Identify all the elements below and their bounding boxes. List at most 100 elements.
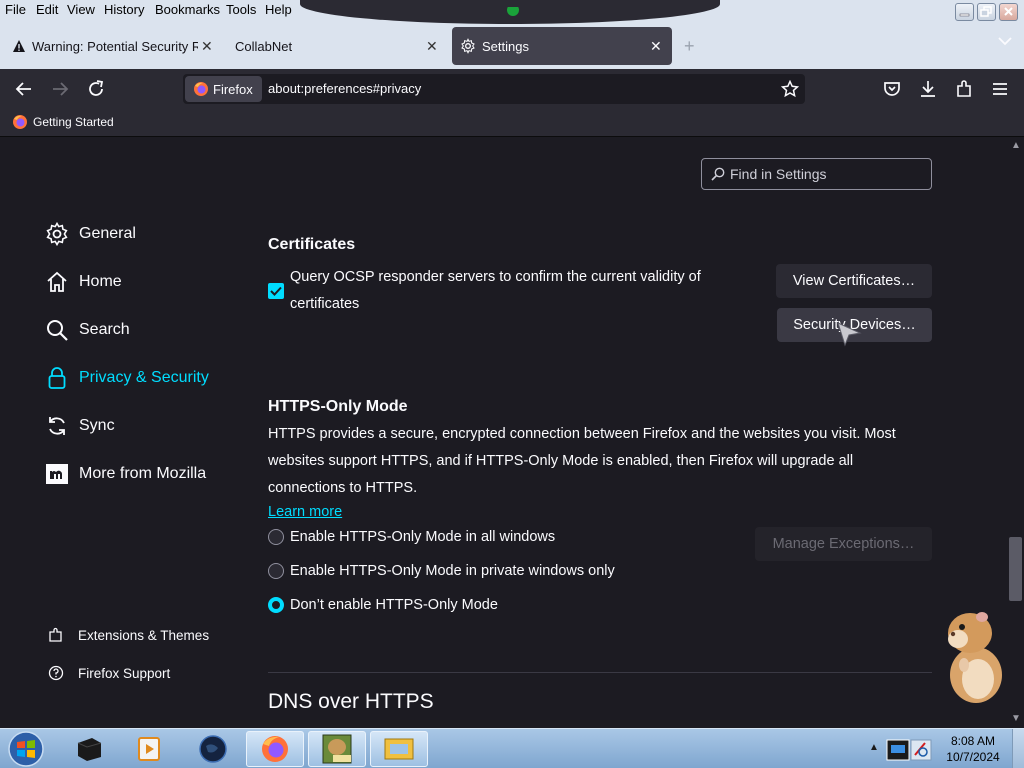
menu-history[interactable]: History: [104, 2, 144, 17]
radio-button[interactable]: [268, 563, 284, 579]
category-privacy-security[interactable]: Privacy & Security: [45, 363, 209, 393]
taskbar-globe[interactable]: [184, 731, 242, 767]
puzzle-icon: [49, 627, 62, 642]
https-only-desc-line: HTTPS provides a secure, encrypted conne…: [268, 426, 896, 442]
identity-box[interactable]: Firefox: [185, 76, 262, 102]
category-search[interactable]: Search: [45, 315, 130, 345]
hamburger-menu-icon[interactable]: [989, 78, 1011, 100]
taskbar-mail[interactable]: [370, 731, 428, 767]
firefox-support-link[interactable]: Firefox Support: [48, 665, 170, 681]
menu-bookmarks[interactable]: Bookmarks: [155, 2, 220, 17]
identity-label: Firefox: [213, 81, 253, 97]
menu-bar: File Edit View History Bookmarks Tools H…: [0, 0, 1024, 24]
category-sync[interactable]: Sync: [45, 411, 115, 441]
https-only-disabled-option[interactable]: Don’t enable HTTPS-Only Mode: [268, 597, 498, 613]
extensions-icon[interactable]: [953, 78, 975, 100]
extensions-themes-label: Extensions & Themes: [78, 627, 210, 643]
category-more-from-mozilla[interactable]: More from Mozilla: [45, 459, 206, 489]
extensions-themes-link[interactable]: Extensions & Themes: [48, 627, 209, 643]
taskbar-media-player[interactable]: [120, 731, 178, 767]
menu-view[interactable]: View: [67, 2, 95, 17]
help-icon: [48, 665, 64, 681]
terminal-icon: [77, 738, 102, 761]
https-only-private-windows-option[interactable]: Enable HTTPS-Only Mode in private window…: [268, 563, 615, 579]
warning-icon: [13, 40, 25, 52]
ocsp-checkbox[interactable]: [268, 283, 284, 299]
scrollbar-thumb[interactable]: [1009, 537, 1022, 601]
home-icon: [47, 271, 67, 292]
firefox-support-label: Firefox Support: [78, 665, 171, 681]
tab-title: CollabNet: [235, 38, 293, 54]
tab-settings[interactable]: Settings ✕: [452, 27, 672, 65]
category-label: Privacy & Security: [79, 369, 209, 386]
url-bar[interactable]: Firefox about:preferences#privacy: [183, 74, 805, 104]
category-label: Sync: [79, 417, 115, 434]
forward-arrow-icon[interactable]: [49, 78, 71, 100]
back-arrow-icon[interactable]: [13, 78, 35, 100]
view-certificates-button[interactable]: View Certificates…: [776, 264, 932, 298]
taskbar-game[interactable]: [308, 731, 366, 767]
scroll-up-icon[interactable]: ▲: [1011, 140, 1021, 151]
firefox-icon: [194, 82, 208, 96]
gear-icon: [46, 222, 68, 246]
https-only-desc-line: websites support HTTPS, and if HTTPS-Onl…: [268, 453, 854, 469]
network-status-icon[interactable]: [885, 737, 933, 763]
pocket-icon[interactable]: [881, 78, 903, 100]
close-window-button[interactable]: [999, 3, 1018, 21]
category-label: Home: [79, 273, 122, 290]
menu-help[interactable]: Help: [265, 2, 292, 17]
url-text[interactable]: about:preferences#privacy: [268, 81, 421, 96]
menu-tools[interactable]: Tools: [226, 2, 256, 17]
checkmark-icon: [270, 286, 282, 296]
reload-icon[interactable]: [85, 78, 107, 100]
start-button-icon[interactable]: [4, 730, 48, 768]
https-only-all-windows-option[interactable]: Enable HTTPS-Only Mode in all windows: [268, 529, 555, 545]
tab-title: Warning: Potential Security Risk: [32, 38, 198, 54]
firefox-icon: [262, 736, 288, 762]
window-controls: [955, 3, 1018, 21]
sync-icon: [49, 417, 65, 435]
radio-label: Don’t enable HTTPS-Only Mode: [290, 597, 498, 613]
taskbar-firefox[interactable]: [246, 731, 304, 767]
radio-button-selected[interactable]: [268, 597, 284, 613]
category-home[interactable]: Home: [45, 267, 122, 297]
minimize-icon: [959, 13, 970, 17]
close-tab-icon[interactable]: ✕: [650, 38, 662, 55]
close-tab-icon[interactable]: ✕: [201, 38, 213, 55]
ocsp-label: Query OCSP responder servers to confirm …: [290, 264, 701, 318]
category-label: General: [79, 225, 136, 242]
mozilla-icon: [46, 464, 68, 484]
minimize-button[interactable]: [955, 3, 974, 21]
tab-strip: Warning: Potential Security Risk ✕ Colla…: [0, 24, 1024, 69]
bookmark-star-icon[interactable]: [781, 80, 799, 98]
menu-file[interactable]: File: [5, 2, 26, 17]
show-desktop-button[interactable]: [1012, 729, 1024, 768]
radio-label: Enable HTTPS-Only Mode in all windows: [290, 529, 556, 545]
restore-button[interactable]: [977, 3, 996, 21]
learn-more-link[interactable]: Learn more: [268, 504, 342, 520]
close-tab-icon[interactable]: ✕: [426, 38, 438, 55]
download-icon[interactable]: [917, 78, 939, 100]
bookmark-getting-started[interactable]: Getting Started: [12, 114, 114, 130]
radio-button[interactable]: [268, 529, 284, 545]
taskbar-terminal[interactable]: [60, 731, 118, 767]
bookmark-label: Getting Started: [33, 115, 114, 129]
scrollbar[interactable]: ▲ ▼: [1007, 137, 1024, 728]
radio-label: Enable HTTPS-Only Mode in private window…: [290, 563, 615, 579]
tray-expand-icon[interactable]: ▲: [869, 742, 879, 753]
scroll-down-icon[interactable]: ▼: [1011, 713, 1021, 724]
find-in-settings-input[interactable]: Find in Settings: [701, 158, 932, 190]
settings-page: Find in Settings General Home Search Pri…: [0, 137, 1024, 728]
tab-collabnet[interactable]: CollabNet ✕: [226, 27, 446, 65]
screen: File Edit View History Bookmarks Tools H…: [0, 0, 1024, 768]
chevron-down-icon[interactable]: [998, 36, 1012, 46]
category-general[interactable]: General: [45, 219, 136, 249]
category-label: More from Mozilla: [79, 465, 207, 482]
titlebar-logo-icon: [507, 4, 519, 16]
https-only-desc-line: connections to HTTPS.: [268, 480, 418, 496]
system-clock[interactable]: 8:08 AM 10/7/2024: [940, 733, 1006, 765]
menu-edit[interactable]: Edit: [36, 2, 58, 17]
tab-security-warning[interactable]: Warning: Potential Security Risk ✕: [4, 27, 220, 65]
new-tab-icon[interactable]: +: [684, 36, 695, 57]
manage-exceptions-button[interactable]: Manage Exceptions…: [755, 527, 932, 561]
